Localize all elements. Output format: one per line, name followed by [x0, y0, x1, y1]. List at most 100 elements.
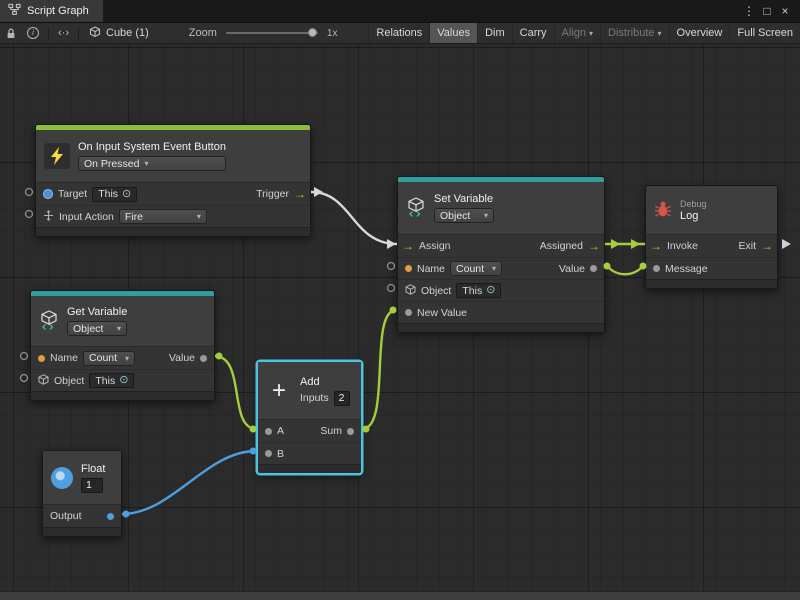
- cube-icon: [89, 26, 101, 41]
- invoke-flow-port[interactable]: →: [650, 240, 662, 252]
- b-input-port[interactable]: [265, 450, 272, 457]
- zoom-slider-handle[interactable]: [308, 28, 317, 37]
- target-component-icon: [43, 189, 53, 199]
- object-picker-value: This: [95, 375, 115, 387]
- name-input-port[interactable]: [38, 355, 45, 362]
- invoke-label: Invoke: [667, 240, 698, 252]
- node-add[interactable]: + Add Inputs 2 A Sum B: [257, 361, 362, 474]
- caret-down-icon: ▾: [144, 159, 148, 168]
- overview-button[interactable]: Overview: [669, 23, 730, 43]
- toolbar-buttons: Relations Values Dim Carry Align ▾ Distr…: [368, 23, 800, 43]
- object-cube-icon: [405, 284, 416, 298]
- trigger-flow-port[interactable]: →: [294, 188, 306, 200]
- align-button[interactable]: Align ▾: [554, 23, 600, 43]
- variable-name-dropdown[interactable]: Count ▾: [83, 351, 135, 366]
- toolbar-separator: [78, 27, 79, 40]
- close-icon[interactable]: ×: [776, 4, 794, 18]
- relations-button[interactable]: Relations: [368, 23, 429, 43]
- lock-icon[interactable]: [0, 27, 22, 40]
- assigned-flow-port[interactable]: →: [588, 240, 600, 252]
- script-graph-icon: [8, 3, 21, 19]
- info-icon[interactable]: i: [22, 27, 44, 39]
- sum-output-port[interactable]: [347, 428, 354, 435]
- carry-button[interactable]: Carry: [512, 23, 554, 43]
- tab-script-graph[interactable]: Script Graph: [0, 0, 103, 22]
- node-float[interactable]: Float 1 Output: [42, 450, 122, 537]
- value-output-port[interactable]: [590, 265, 597, 272]
- exit-flow-port[interactable]: →: [761, 240, 773, 252]
- node-debug-log[interactable]: Debug Log → Invoke Exit → Message: [645, 185, 778, 289]
- node-body: Output: [43, 504, 121, 527]
- exit-label: Exit: [738, 240, 756, 252]
- trigger-label: Trigger: [256, 188, 289, 200]
- object-picker[interactable]: This ⊙: [89, 373, 134, 388]
- event-mode-value: On Pressed: [84, 158, 139, 170]
- assigned-label: Assigned: [540, 240, 583, 252]
- new-value-input-port[interactable]: [405, 309, 412, 316]
- output-label: Output: [50, 510, 82, 522]
- name-label: Name: [50, 352, 78, 364]
- input-action-dropdown[interactable]: Fire ▾: [119, 209, 207, 224]
- graph-owner-chip[interactable]: Cube (1): [83, 26, 155, 41]
- value-output-port[interactable]: [200, 355, 207, 362]
- object-picker-value: This: [462, 285, 482, 297]
- bug-icon: [654, 200, 672, 221]
- value-label: Value: [169, 352, 195, 364]
- dim-button[interactable]: Dim: [477, 23, 512, 43]
- port-row-message: Message: [646, 257, 777, 279]
- overview-label: Overview: [677, 27, 723, 39]
- caret-down-icon: ▾: [658, 29, 662, 38]
- event-mode-dropdown[interactable]: On Pressed ▾: [78, 156, 226, 171]
- float-icon: [51, 467, 73, 489]
- message-label: Message: [665, 263, 708, 275]
- window-menu-icon[interactable]: ⋮: [740, 4, 758, 18]
- values-button[interactable]: Values: [429, 23, 477, 43]
- variable-scope-dropdown[interactable]: Object ▾: [67, 321, 127, 336]
- assign-flow-port[interactable]: →: [402, 240, 414, 252]
- node-title: Add: [300, 376, 350, 388]
- name-input-port[interactable]: [405, 265, 412, 272]
- a-input-port[interactable]: [265, 428, 272, 435]
- distribute-button[interactable]: Distribute ▾: [600, 23, 668, 43]
- zoom-slider[interactable]: [226, 32, 318, 34]
- zoom-label: Zoom: [189, 27, 217, 39]
- output-port[interactable]: [107, 513, 114, 520]
- title-bar: Script Graph ⋮ □ ×: [0, 0, 800, 22]
- message-input-port[interactable]: [653, 265, 660, 272]
- node-body: → Invoke Exit → Message: [646, 234, 777, 279]
- node-on-input-system-event-button[interactable]: On Input System Event Button On Pressed …: [35, 124, 311, 237]
- input-action-value: Fire: [125, 211, 143, 223]
- sum-label: Sum: [320, 425, 342, 437]
- node-footer: [43, 527, 121, 536]
- fullscreen-button[interactable]: Full Screen: [729, 23, 800, 43]
- maximize-icon[interactable]: □: [758, 4, 776, 18]
- relations-label: Relations: [376, 27, 422, 39]
- variable-name-dropdown[interactable]: Count ▾: [450, 261, 502, 276]
- node-body: Name Count ▾ Value Object This ⊙: [31, 346, 214, 391]
- new-value-label: New Value: [417, 307, 467, 319]
- info-glyph: i: [27, 27, 39, 39]
- node-footer: [258, 464, 361, 473]
- variable-scope-dropdown[interactable]: Object ▾: [434, 208, 494, 223]
- variable-cube-icon: [39, 310, 59, 333]
- variable-name-value: Count: [456, 263, 484, 275]
- float-value-field[interactable]: 1: [81, 478, 103, 493]
- node-header: Set Variable Object ▾: [398, 182, 604, 234]
- target-object-picker[interactable]: This ⊙: [92, 187, 137, 202]
- tab-label: Script Graph: [27, 5, 89, 17]
- node-get-variable[interactable]: Get Variable Object ▾ Name Count ▾ Value: [30, 290, 215, 401]
- node-header: Float 1: [43, 451, 121, 504]
- inputs-label: Inputs: [300, 392, 329, 404]
- code-view-icon[interactable]: ‹·›: [53, 27, 74, 39]
- toolbar-separator: [48, 27, 49, 40]
- port-row-invoke: → Invoke Exit →: [646, 235, 777, 257]
- distribute-label: Distribute: [608, 27, 654, 39]
- node-header: Debug Log: [646, 186, 777, 234]
- dim-label: Dim: [485, 27, 505, 39]
- node-body: Target This ⊙ Trigger → Input Action Fir…: [36, 182, 310, 227]
- port-row-target: Target This ⊙ Trigger →: [36, 183, 310, 205]
- object-picker-icon: ⊙: [119, 375, 128, 386]
- node-set-variable[interactable]: Set Variable Object ▾ → Assign Assigned …: [397, 176, 605, 333]
- inputs-count-field[interactable]: 2: [334, 391, 350, 406]
- object-picker[interactable]: This ⊙: [456, 283, 501, 298]
